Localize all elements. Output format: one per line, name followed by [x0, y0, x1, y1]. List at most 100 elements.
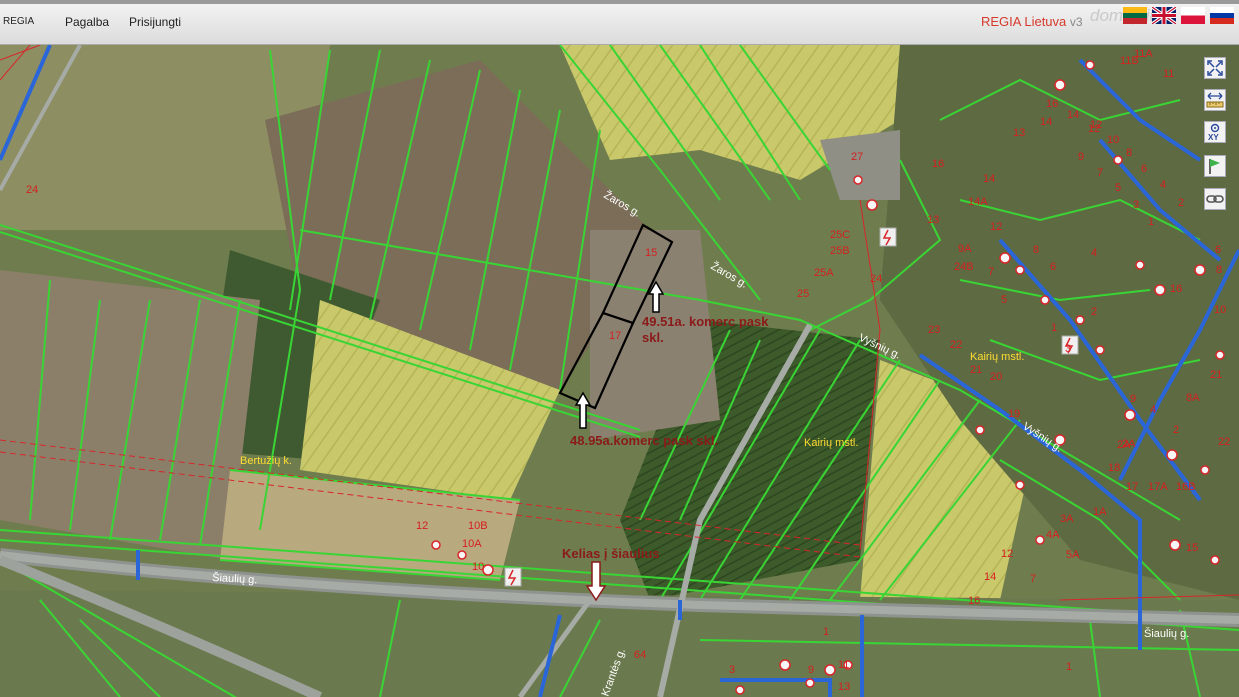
parcel-number: 8A — [1186, 392, 1200, 404]
measure-icon — [1206, 92, 1224, 108]
parcel-number: 10B — [468, 520, 488, 532]
parcel-number: 12 — [416, 520, 428, 532]
flag-en-icon[interactable] — [1152, 7, 1176, 24]
parcel-number: 17A — [1148, 481, 1168, 493]
parcel-number: 22 — [950, 339, 962, 351]
parcel-number: 64 — [634, 649, 646, 661]
flag-ru-icon[interactable] — [1210, 7, 1234, 24]
parcel-number: 14 — [983, 173, 995, 185]
coordinates-icon: XY — [1208, 123, 1219, 142]
parcel-number: 10 — [1107, 134, 1119, 146]
parcel-number: 8 — [1126, 147, 1132, 159]
parcel-number: 1 — [823, 626, 829, 638]
flag-lt-icon[interactable] — [1123, 7, 1147, 24]
parcel-number: 3A — [1060, 513, 1074, 525]
parcel-number: 2 — [1091, 306, 1097, 318]
parcel-number: 11B — [1120, 55, 1139, 67]
parcel-number: 24 — [26, 184, 38, 196]
menu-login[interactable]: Prisijungti — [129, 15, 181, 29]
app-version: v3 — [1069, 15, 1083, 29]
parcel-number: 5 — [1115, 182, 1121, 194]
cadastral-map[interactable]: 49.51a. komerc pask skl. 48.95a.komerc p… — [0, 45, 1239, 697]
parcel-number: 22 — [1218, 436, 1230, 448]
parcel-number: 4A — [1046, 529, 1060, 541]
parcel-number: 1 — [1148, 216, 1154, 228]
app-title-text: REGIA Lietuva — [981, 14, 1067, 29]
parcel-number: 1 — [1066, 661, 1072, 673]
annotation-road-to-siauliai: Kelias į šiaulius — [562, 546, 660, 561]
parcel-number: 23 — [928, 324, 940, 336]
parcel-number: 11 — [838, 659, 849, 671]
parcel-number: 14 — [1040, 116, 1052, 128]
parcel-number: 15 — [645, 247, 657, 259]
flag-button[interactable] — [1204, 155, 1226, 177]
zoom-extent-button[interactable] — [1204, 57, 1226, 79]
parcel-number: 13 — [1013, 127, 1025, 139]
parcel-number: 6 — [1215, 244, 1221, 256]
parcel-number: 13 — [838, 681, 850, 693]
parcel-number: 5 — [1001, 294, 1007, 306]
top-strip — [0, 0, 1239, 4]
zoom-extent-icon — [1207, 60, 1223, 76]
parcel-number: 7 — [1097, 167, 1103, 179]
parcel-number: 15 — [1186, 542, 1198, 554]
parcel-number: 5A — [1066, 549, 1080, 561]
link-button[interactable] — [1204, 188, 1226, 210]
parcel-number: 16 — [968, 595, 980, 607]
parcel-number: 9 — [1078, 151, 1084, 163]
link-icon — [1206, 195, 1224, 203]
parcel-number: 25B — [830, 245, 850, 257]
street-label: Kairių mstl. — [970, 351, 1024, 363]
parcel-number: 12 — [1090, 119, 1102, 131]
parcel-number: 24B — [954, 261, 974, 273]
street-label: Šiaulių g. — [1144, 627, 1189, 640]
parcel-number: 10A — [462, 538, 482, 550]
parcel-number: 14 — [984, 571, 996, 583]
parcel-number: 9 — [1130, 393, 1136, 405]
top-bar: REGIA Pagalba Prisijungti REGIA Lietuva … — [0, 0, 1239, 45]
parcel-number: 19 — [1008, 408, 1020, 420]
parcel-number: 8 — [1033, 244, 1039, 256]
street-label: Šiaulių g. — [212, 571, 258, 586]
coordinates-button[interactable]: XY — [1204, 121, 1226, 143]
annotation-plot-north: 49.51a. komerc pask — [642, 314, 769, 329]
parcel-number: 1 — [1051, 322, 1057, 334]
parcel-number: 4 — [1160, 179, 1166, 191]
parcel-number: 11 — [1163, 68, 1174, 80]
parcel-number: 16 — [932, 158, 944, 170]
annotation-plot-north-line2: skl. — [642, 330, 664, 345]
parcel-number: 25C — [830, 229, 850, 241]
parcel-number: 14 — [1067, 109, 1079, 121]
parcel-number: 21 — [970, 364, 982, 376]
parcel-number: 2A — [1117, 439, 1131, 451]
parcel-number: 3 — [729, 664, 735, 676]
parcel-number: 13 — [927, 214, 939, 226]
parcel-number: 9 — [808, 664, 814, 676]
parcel-number: 17 — [1126, 481, 1138, 493]
parcel-number: 2 — [1173, 424, 1179, 436]
parcel-number: 4 — [1150, 404, 1156, 416]
parcel-number: 17 — [609, 330, 621, 342]
parcel-number: 4 — [1091, 247, 1097, 259]
parcel-number: 10 — [1214, 304, 1226, 316]
parcel-number: 8 — [1216, 264, 1222, 276]
parcel-number: 25A — [814, 267, 834, 279]
parcel-number: 1A — [1093, 506, 1107, 518]
street-label: Kairių mstl. — [804, 437, 858, 449]
parcel-number: 3 — [1065, 343, 1071, 355]
annotation-plot-south: 48.95a.komerc pask skl. — [570, 433, 718, 448]
measure-button[interactable] — [1204, 89, 1226, 111]
parcel-number: 14A — [968, 196, 988, 208]
parcel-number: 3 — [1133, 199, 1139, 211]
flag-pl-icon[interactable] — [1181, 7, 1205, 24]
menu-help[interactable]: Pagalba — [65, 15, 109, 29]
parcel-number: 12 — [1001, 548, 1013, 560]
parcel-number: 16 — [1170, 283, 1182, 295]
parcel-number: 21 — [1210, 369, 1222, 381]
parcel-number: 16 — [1046, 98, 1058, 110]
parcel-number: 16B — [1176, 481, 1196, 493]
xy-label: XY — [1208, 133, 1219, 142]
parcel-number: 18 — [1108, 462, 1120, 474]
parcel-number: 27 — [851, 151, 863, 163]
flag-icon — [1209, 159, 1220, 174]
